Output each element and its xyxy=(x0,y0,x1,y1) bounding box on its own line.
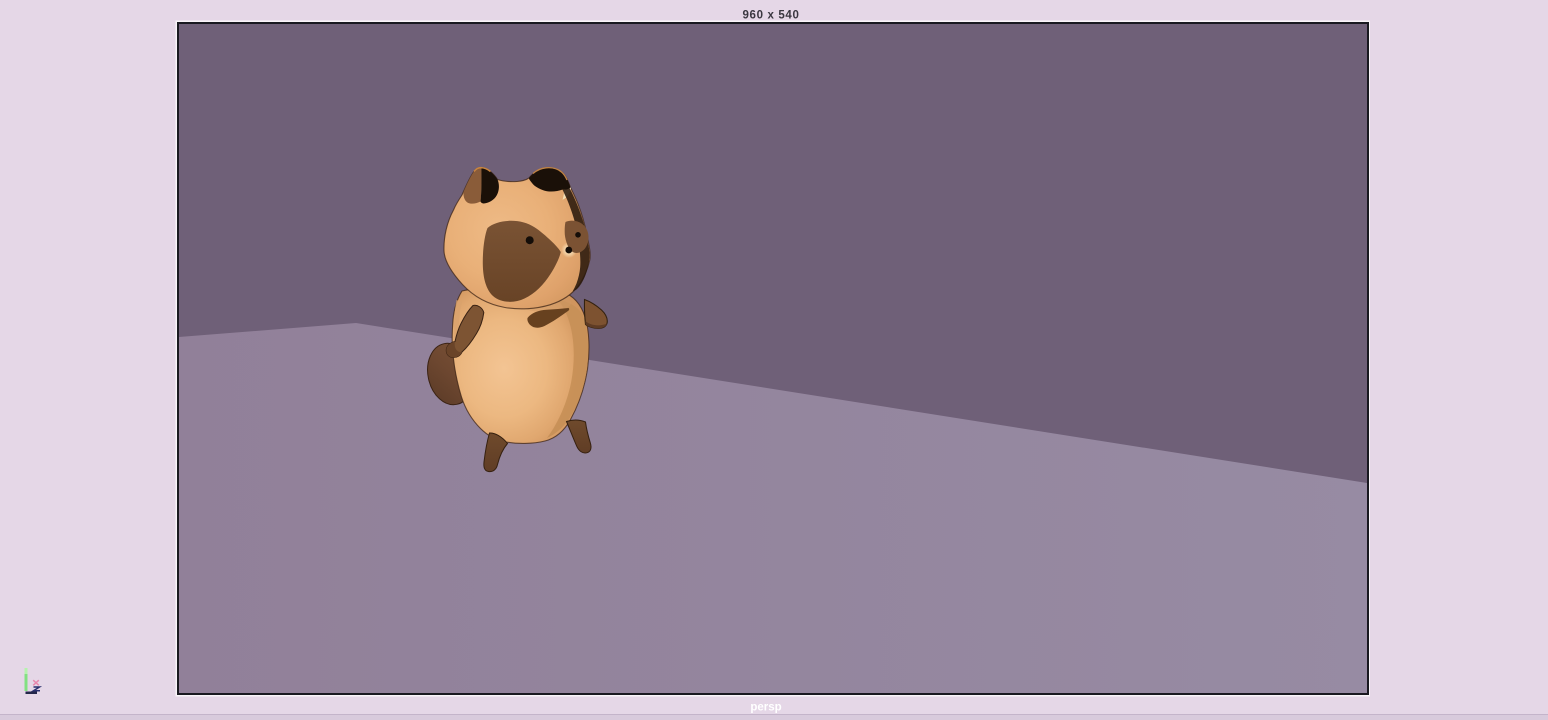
svg-text:persp: persp xyxy=(750,701,781,713)
svg-text:960 x 540: 960 x 540 xyxy=(742,10,799,22)
